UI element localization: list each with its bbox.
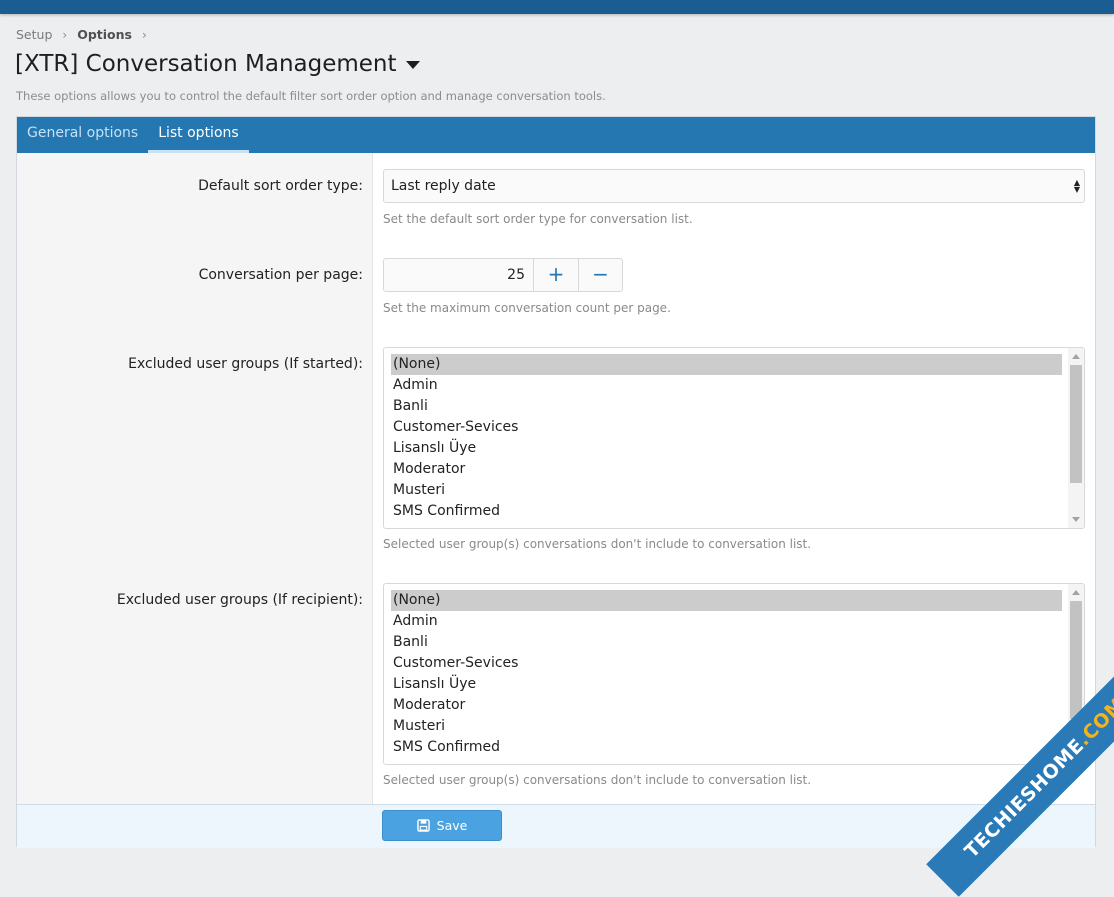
save-button[interactable]: Save xyxy=(382,810,502,841)
sort-order-label: Default sort order type: xyxy=(198,178,363,194)
select-arrows-icon: ▲ ▼ xyxy=(1073,178,1080,194)
save-icon xyxy=(416,819,430,832)
breadcrumb-separator-icon: › xyxy=(62,27,68,42)
page-description: These options allows you to control the … xyxy=(16,89,606,103)
save-button-label: Save xyxy=(436,818,468,833)
breadcrumb-separator-icon: › xyxy=(141,27,147,42)
excluded-started-label: Excluded user groups (If started): xyxy=(128,356,363,372)
excluded-recipient-hint: Selected user group(s) conversations don… xyxy=(383,773,812,787)
sort-order-value: Last reply date xyxy=(391,178,496,194)
caret-down-icon[interactable] xyxy=(405,61,420,69)
excluded-recipient-label: Excluded user groups (If recipient): xyxy=(116,592,363,608)
options-panel: General options List options Default sor… xyxy=(16,116,1096,848)
page-title-text: [XTR] Conversation Management xyxy=(15,51,397,77)
scrollbar-thumb[interactable] xyxy=(1070,601,1082,719)
label-column xyxy=(17,153,373,804)
excluded-recipient-listbox[interactable]: (None) Admin Banli Customer-Sevices Lisa… xyxy=(383,583,1085,765)
per-page-hint: Set the maximum conversation count per p… xyxy=(383,301,671,315)
increment-button[interactable]: + xyxy=(534,259,578,291)
list-option[interactable]: Customer-Sevices xyxy=(391,653,1062,674)
per-page-input[interactable]: 25 xyxy=(384,259,534,291)
tab-list-options[interactable]: List options xyxy=(148,117,249,153)
list-option[interactable]: SMS Confirmed xyxy=(391,501,1062,522)
decrement-button[interactable]: − xyxy=(578,259,622,291)
list-option[interactable]: SMS Confirmed xyxy=(391,737,1062,758)
form-footer: Save xyxy=(17,804,1095,848)
scroll-up-icon[interactable] xyxy=(1072,354,1080,359)
form-body: Default sort order type: Last reply date… xyxy=(17,153,1095,804)
list-option[interactable]: Banli xyxy=(391,396,1062,417)
list-option[interactable]: Customer-Sevices xyxy=(391,417,1062,438)
list-option[interactable]: Admin xyxy=(391,611,1062,632)
scroll-up-icon[interactable] xyxy=(1072,590,1080,595)
list-option[interactable]: Musteri xyxy=(391,716,1062,737)
top-bar xyxy=(0,0,1114,14)
breadcrumb-setup[interactable]: Setup xyxy=(16,27,52,42)
scroll-down-icon[interactable] xyxy=(1072,517,1080,522)
listbox-scrollbar[interactable] xyxy=(1068,348,1084,528)
tab-general-options[interactable]: General options xyxy=(17,117,148,153)
list-option[interactable]: Moderator xyxy=(391,695,1062,716)
list-option[interactable]: (None) xyxy=(391,354,1062,375)
sort-order-select[interactable]: Last reply date ▲ ▼ xyxy=(383,169,1085,203)
per-page-stepper: 25 + − xyxy=(383,258,623,292)
list-option[interactable]: Banli xyxy=(391,632,1062,653)
sort-order-hint: Set the default sort order type for conv… xyxy=(383,212,693,226)
per-page-label: Conversation per page: xyxy=(198,267,363,283)
tab-bar: General options List options xyxy=(17,117,1095,153)
breadcrumb: Setup › Options › xyxy=(16,27,157,42)
page-title[interactable]: [XTR] Conversation Management xyxy=(15,51,420,77)
list-option[interactable]: Lisanslı Üye xyxy=(391,438,1062,459)
list-option[interactable]: Musteri xyxy=(391,480,1062,501)
breadcrumb-options[interactable]: Options xyxy=(77,27,132,42)
list-option[interactable]: Lisanslı Üye xyxy=(391,674,1062,695)
excluded-started-hint: Selected user group(s) conversations don… xyxy=(383,537,812,551)
list-option[interactable]: Moderator xyxy=(391,459,1062,480)
list-option[interactable]: (None) xyxy=(391,590,1062,611)
excluded-started-listbox[interactable]: (None) Admin Banli Customer-Sevices Lisa… xyxy=(383,347,1085,529)
scrollbar-thumb[interactable] xyxy=(1070,365,1082,483)
list-option[interactable]: Admin xyxy=(391,375,1062,396)
